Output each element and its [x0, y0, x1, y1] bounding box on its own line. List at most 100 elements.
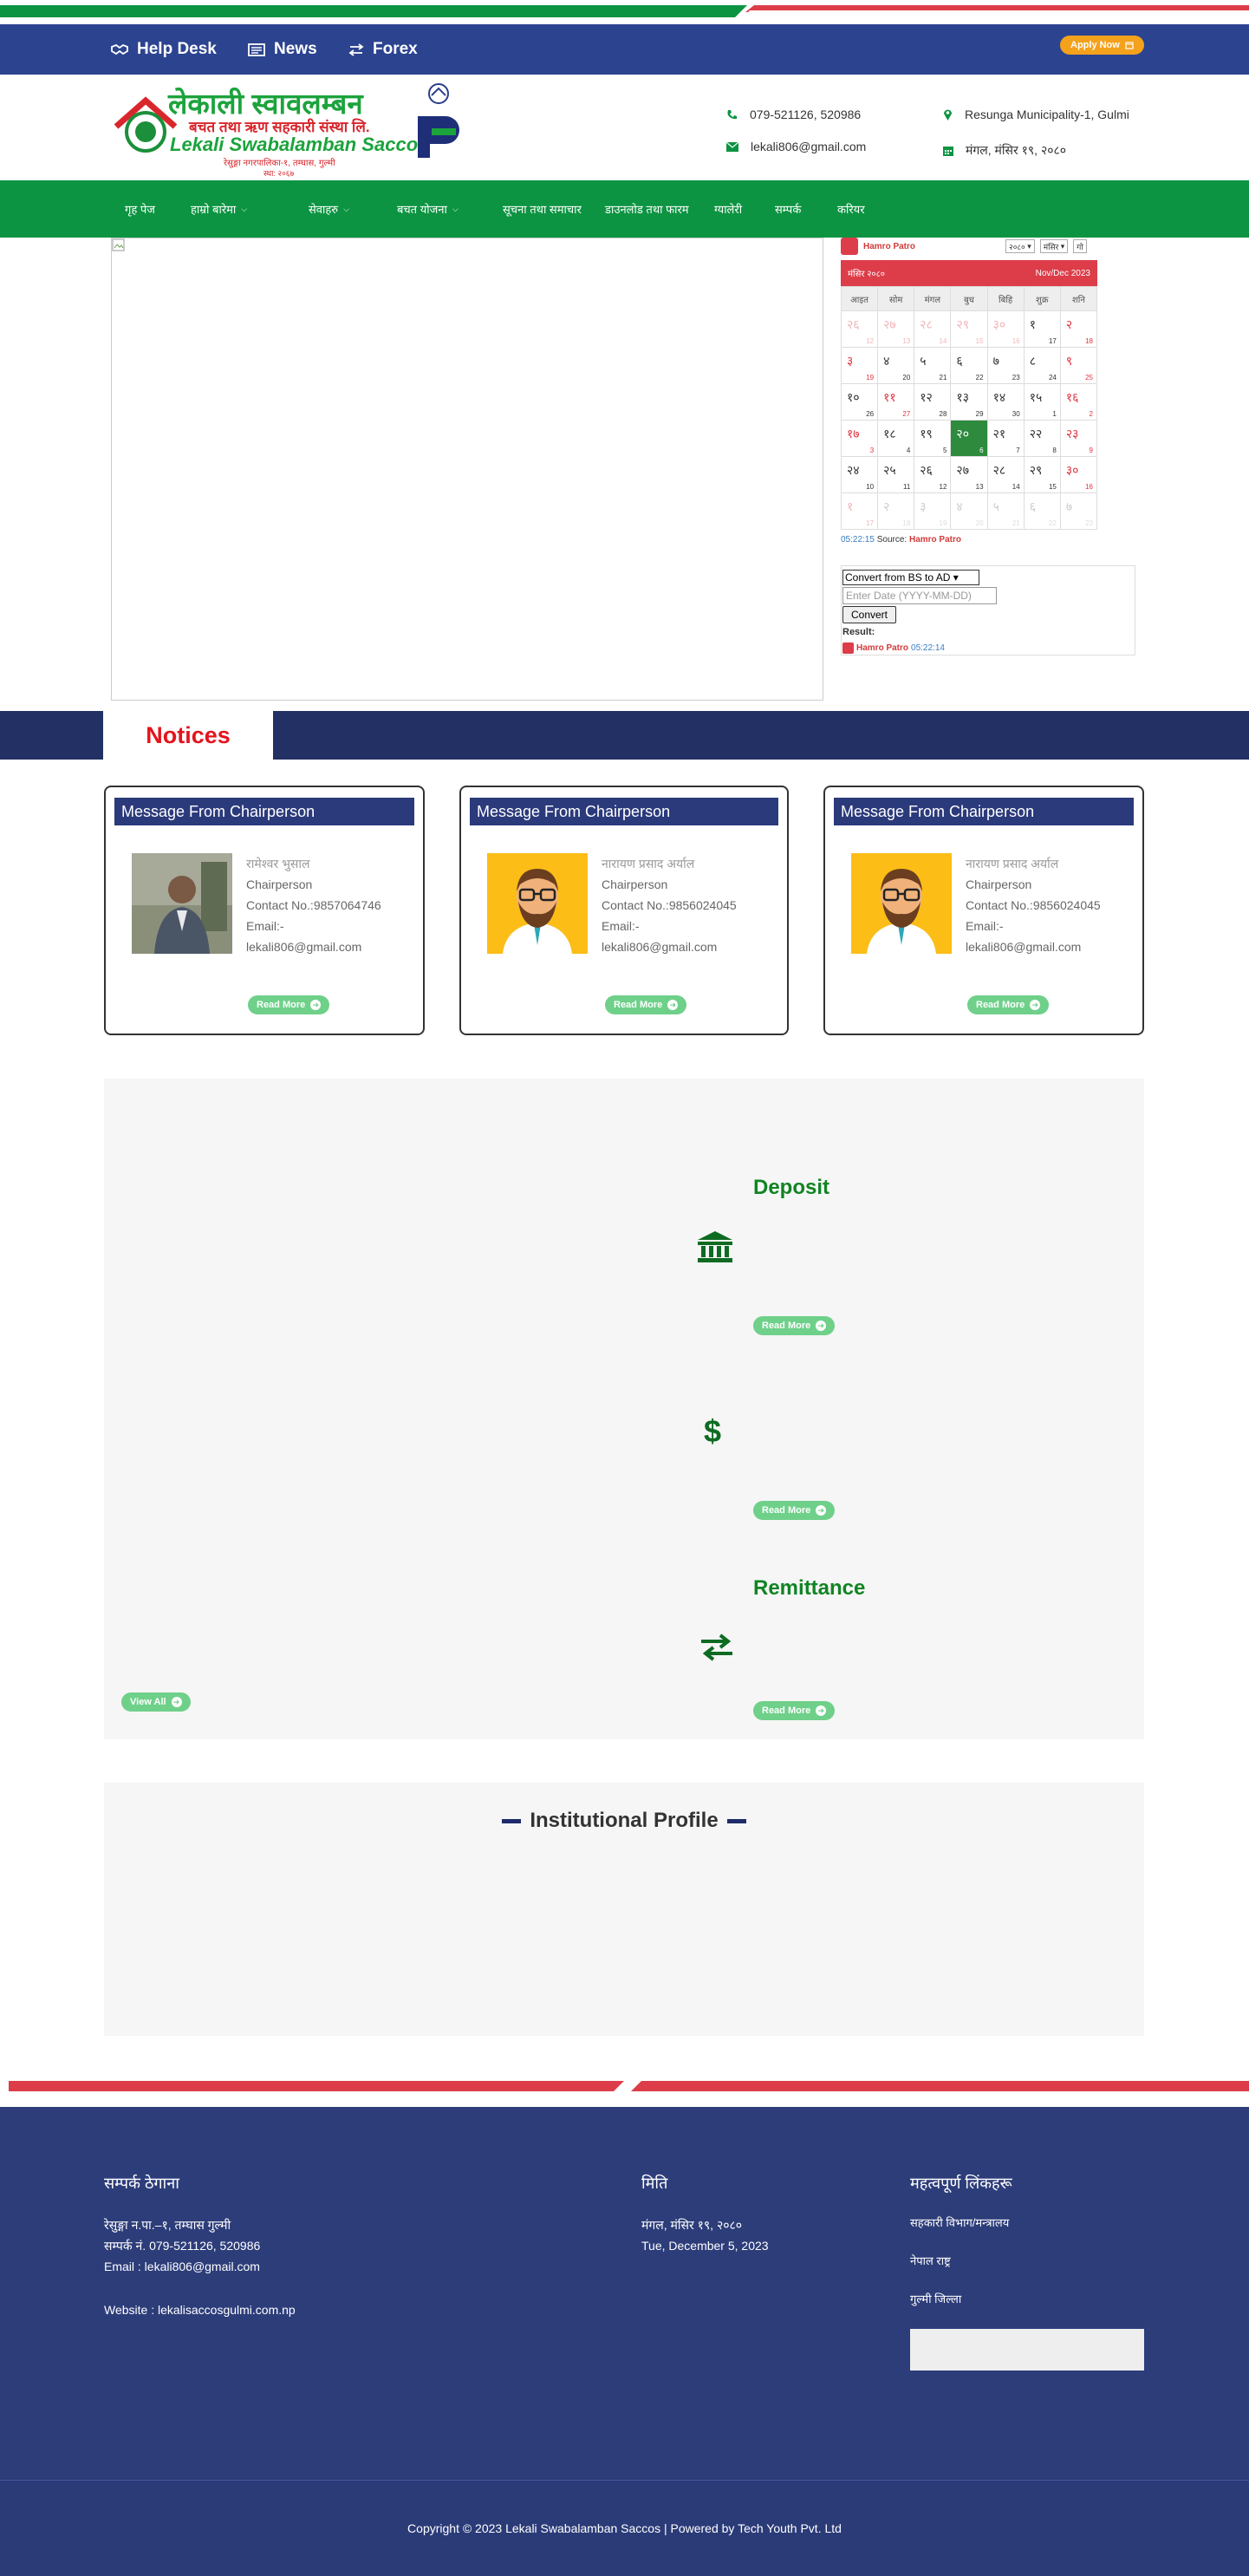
- arrow-right-icon: ➜: [667, 1000, 679, 1010]
- calendar-day[interactable]: ७ 23: [1060, 493, 1097, 530]
- header-email[interactable]: lekali806@gmail.com: [726, 140, 866, 153]
- converter-time: 05:22:14: [911, 643, 945, 653]
- calendar-day[interactable]: १६ 2: [1060, 384, 1097, 421]
- calendar-day-nepali: ११: [883, 390, 896, 404]
- read-more-label: Read More: [762, 1321, 811, 1331]
- calendar-day[interactable]: २७ 13: [878, 311, 915, 348]
- calendar-day[interactable]: ३ 19: [914, 493, 952, 530]
- forex-link[interactable]: Forex: [348, 40, 418, 59]
- nav-item-downloads[interactable]: डाउनलोड तथा फारम: [605, 201, 689, 217]
- read-more-button[interactable]: Read More ➜: [967, 995, 1050, 1014]
- calendar-day[interactable]: २ 18: [878, 493, 915, 530]
- deposit-read-more-button[interactable]: Read More ➜: [753, 1316, 836, 1335]
- calendar-brand[interactable]: Hamro Patro: [863, 242, 915, 251]
- calendar-day-english: 18: [1085, 337, 1093, 345]
- calendar-day[interactable]: २१ 7: [987, 421, 1025, 457]
- header-phone-text: 079-521126, 520986: [750, 108, 862, 121]
- calendar-day[interactable]: ५ 21: [914, 348, 952, 384]
- read-more-button[interactable]: Read More ➜: [248, 995, 330, 1014]
- calendar-day[interactable]: २८ 14: [987, 457, 1025, 493]
- calendar-day[interactable]: २२ 8: [1024, 421, 1061, 457]
- calendar-day-nepali: २७: [883, 317, 896, 331]
- calendar-day[interactable]: १७ 3: [842, 421, 879, 457]
- calendar-day[interactable]: ३० 16: [987, 311, 1025, 348]
- nav-item-home[interactable]: गृह पेज: [125, 201, 155, 217]
- view-all-button[interactable]: View All ➜: [121, 1692, 191, 1712]
- top-flag-stripes: [0, 5, 1249, 19]
- calendar-month-select[interactable]: मंसिर ▾: [1039, 239, 1069, 253]
- read-more-button[interactable]: Read More ➜: [605, 995, 687, 1014]
- calendar-go-button[interactable]: गो: [1073, 239, 1087, 253]
- arrow-right-icon: ➜: [816, 1505, 827, 1516]
- calendar-day[interactable]: १४ 30: [987, 384, 1025, 421]
- calendar-day[interactable]: ४ 20: [878, 348, 915, 384]
- nav-item-gallery[interactable]: ग्यालेरी: [714, 201, 742, 217]
- read-more-label: Read More: [762, 1505, 811, 1516]
- loan-read-more-button[interactable]: Read More ➜: [753, 1501, 836, 1520]
- calendar-day-english: 19: [939, 519, 947, 527]
- calendar-day[interactable]: ६ 22: [1024, 493, 1061, 530]
- calendar-source-link[interactable]: Hamro Patro: [909, 535, 961, 545]
- calendar-day[interactable]: ७ 23: [987, 348, 1025, 384]
- calendar-day[interactable]: २६ 12: [842, 311, 879, 348]
- calendar-day[interactable]: १ 17: [842, 493, 879, 530]
- calendar-day[interactable]: १८ 4: [878, 421, 915, 457]
- nav-label: सम्पर्क: [775, 203, 802, 216]
- calendar-day-english: 13: [975, 483, 984, 491]
- calendar-day[interactable]: ३ 19: [842, 348, 879, 384]
- nav-item-career[interactable]: करियर: [837, 201, 865, 217]
- person-contact: Contact No.:9857064746: [246, 898, 381, 912]
- calendar-day[interactable]: ५ 21: [987, 493, 1025, 530]
- footer-link[interactable]: गुल्मी जिल्ला: [910, 2291, 1153, 2306]
- calendar-day[interactable]: २७ 13: [951, 457, 988, 493]
- nav-item-notices[interactable]: सूचना तथा समाचार: [503, 201, 582, 217]
- nav-item-services[interactable]: सेवाहरु ⌵: [309, 201, 349, 217]
- site-logo[interactable]: लेकाली स्वावलम्बन बचत तथा ऋण सहकारी संस्…: [111, 83, 466, 178]
- calendar-day[interactable]: ३० 16: [1060, 457, 1097, 493]
- calendar-day[interactable]: ६ 22: [951, 348, 988, 384]
- calendar-day[interactable]: २९ 15: [951, 311, 988, 348]
- calendar-day[interactable]: २३ 9: [1060, 421, 1097, 457]
- footer-link[interactable]: नेपाल राष्ट्र: [910, 2253, 1153, 2268]
- calendar-day-english: 6: [979, 447, 984, 454]
- calendar-day[interactable]: १० 26: [842, 384, 879, 421]
- footer-link[interactable]: सहकारी विभाग/मन्त्रालय: [910, 2214, 1153, 2230]
- calendar-day[interactable]: २५ 11: [878, 457, 915, 493]
- convert-mode-select[interactable]: Convert from BS to AD ▾: [842, 570, 979, 585]
- calendar-day-english: 17: [866, 519, 875, 527]
- calendar-day[interactable]: २४ 10: [842, 457, 879, 493]
- nav-item-savings[interactable]: बचत योजना ⌵: [397, 201, 459, 217]
- calendar-day[interactable]: ११ 27: [878, 384, 915, 421]
- convert-date-input[interactable]: Enter Date (YYYY-MM-DD): [842, 587, 997, 604]
- footer-website[interactable]: Website : lekalisaccosgulmi.com.np: [104, 2299, 555, 2320]
- nav-item-about[interactable]: हाम्रो बारेमा ⌵: [191, 201, 247, 217]
- calendar-year-select[interactable]: २०८० ▾: [1005, 239, 1035, 253]
- news-link[interactable]: News: [248, 40, 317, 59]
- calendar-day[interactable]: २ 18: [1060, 311, 1097, 348]
- nav-label: हाम्रो बारेमा: [191, 203, 237, 216]
- calendar-day[interactable]: १ 17: [1024, 311, 1061, 348]
- calendar-day[interactable]: १५ 1: [1024, 384, 1061, 421]
- banner-slider[interactable]: [111, 238, 823, 701]
- calendar-day[interactable]: १३ 29: [951, 384, 988, 421]
- calendar-day-nepali: १३: [956, 390, 969, 404]
- arrow-right-icon: ➜: [310, 1000, 322, 1010]
- footer-date-column: मिति मंगल, मंसिर १९, २०८० Tue, December …: [641, 2173, 849, 2256]
- calendar-day[interactable]: २८ 14: [914, 311, 952, 348]
- convert-button[interactable]: Convert: [842, 606, 896, 623]
- calendar-day[interactable]: ८ 24: [1024, 348, 1061, 384]
- notices-title: Notices: [103, 711, 273, 760]
- calendar-day[interactable]: २६ 12: [914, 457, 952, 493]
- nav-item-contact[interactable]: सम्पर्क: [775, 201, 801, 217]
- calendar-day[interactable]: १२ 28: [914, 384, 952, 421]
- calendar-day[interactable]: २९ 15: [1024, 457, 1061, 493]
- calendar-day[interactable]: १९ 5: [914, 421, 952, 457]
- institutional-profile-heading: Institutional Profile: [104, 1809, 1144, 1833]
- calendar-day[interactable]: ४ 20: [951, 493, 988, 530]
- remittance-read-more-button[interactable]: Read More ➜: [753, 1701, 836, 1720]
- calendar-day-today[interactable]: २० 6: [951, 421, 988, 457]
- converter-brand[interactable]: Hamro Patro: [856, 643, 908, 653]
- calendar-day[interactable]: ९ 25: [1060, 348, 1097, 384]
- help-desk-link[interactable]: Help Desk: [111, 40, 217, 59]
- apply-now-button[interactable]: Apply Now: [1060, 36, 1144, 55]
